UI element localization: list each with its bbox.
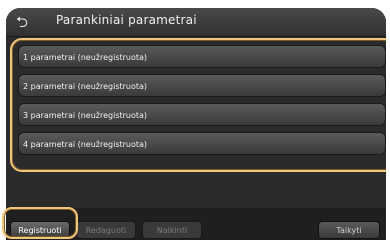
list-item-2[interactable]: 2 parametrai (neužregistruota) — [18, 74, 386, 97]
edit-button[interactable]: Redaguoti — [76, 221, 136, 239]
back-arrow-icon[interactable]: ⮌ — [16, 14, 32, 30]
list-item-4[interactable]: 4 parametrai (neužregistruota) — [18, 132, 386, 155]
title-bar: ⮌ Parankiniai parametrai — [6, 8, 386, 37]
delete-button[interactable]: Naikinti — [142, 221, 202, 239]
device-screen: ⮌ Parankiniai parametrai 1 parametrai (n… — [6, 8, 386, 240]
register-highlight — [2, 207, 78, 239]
list-item-1[interactable]: 1 parametrai (neužregistruota) — [18, 45, 386, 68]
settings-list: 1 parametrai (neužregistruota) 2 paramet… — [10, 38, 386, 172]
list-item-3[interactable]: 3 parametrai (neužregistruota) — [18, 103, 386, 126]
page-title: Parankiniai parametrai — [56, 13, 197, 27]
apply-button[interactable]: Taikyti — [318, 221, 380, 239]
